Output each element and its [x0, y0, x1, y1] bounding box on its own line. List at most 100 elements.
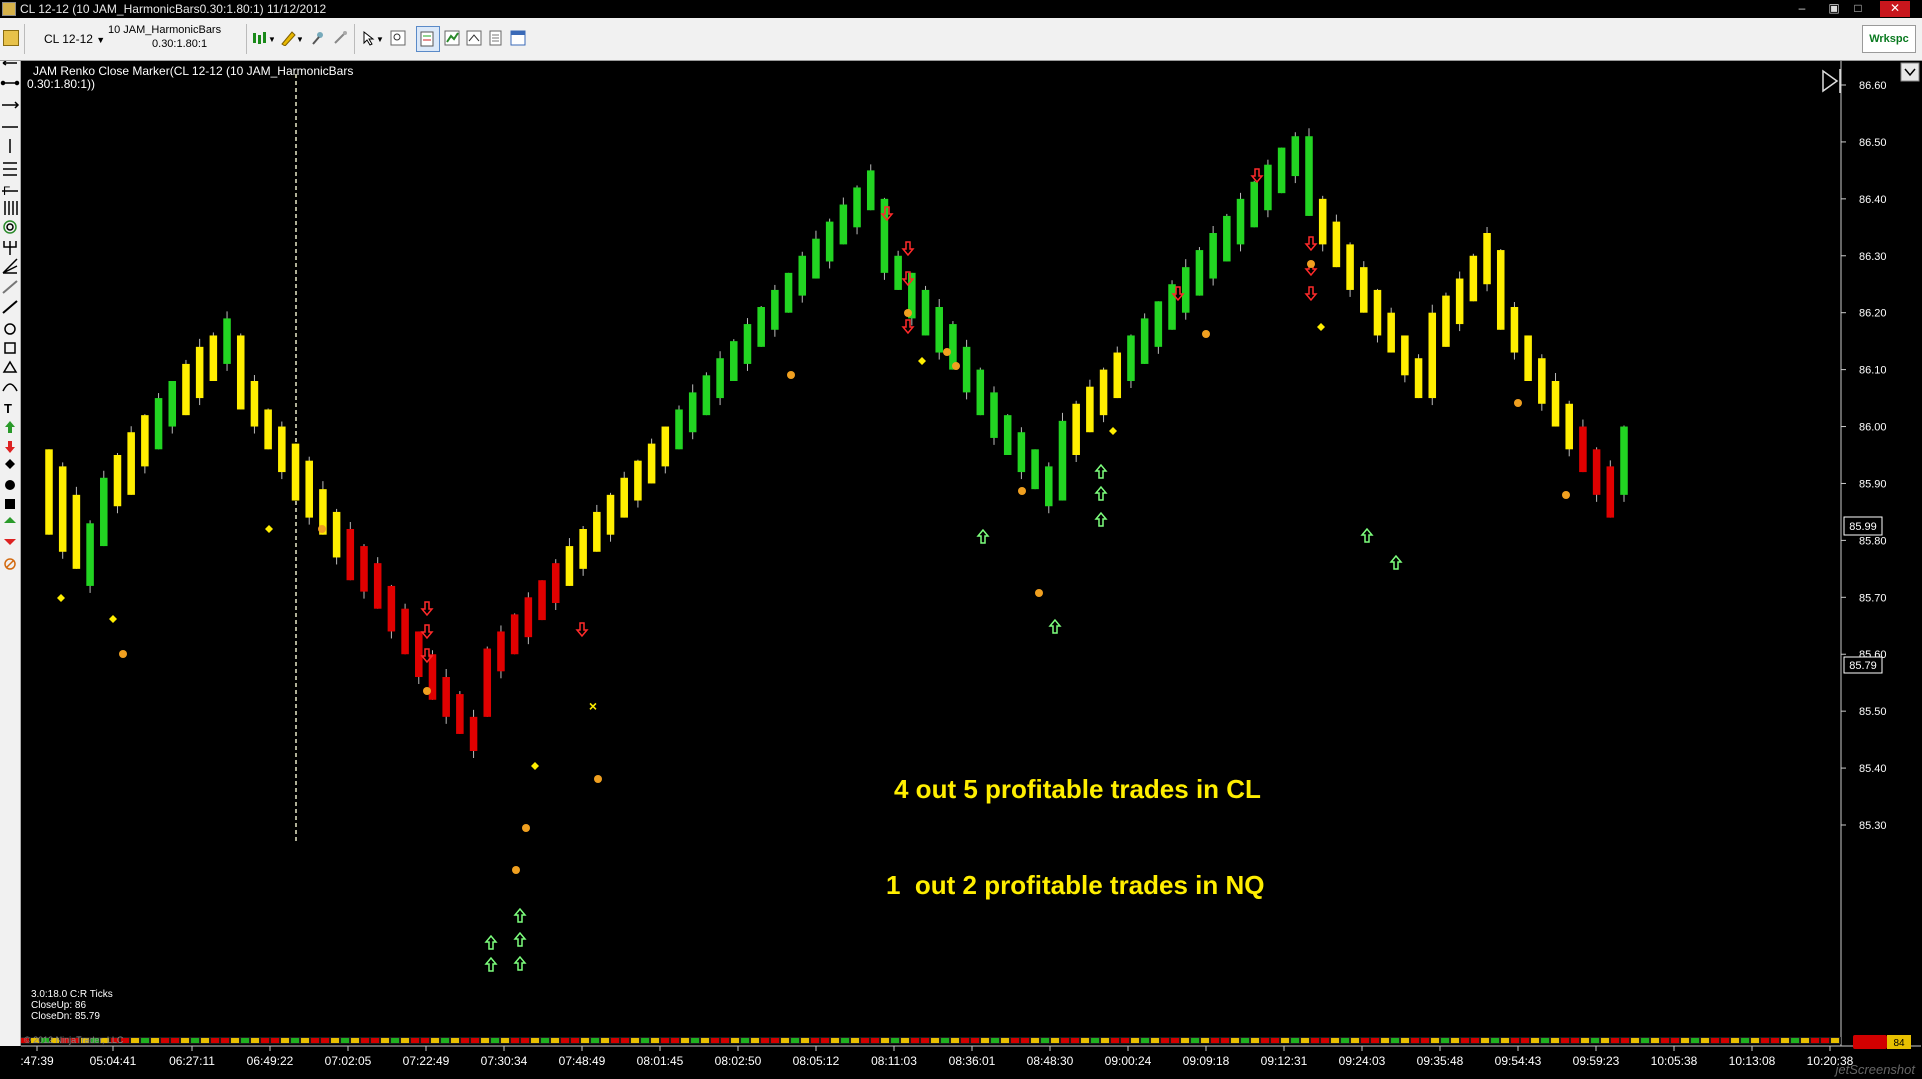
status-strip-segment — [981, 1038, 989, 1043]
renko-bar — [195, 346, 204, 399]
renko-bar — [976, 369, 985, 416]
status-strip-segment — [1741, 1038, 1749, 1043]
close-dot — [787, 371, 795, 379]
renko-bar — [688, 392, 697, 433]
remove-drawings-icon — [4, 558, 16, 570]
chart-info-box: 3.0:18.0 C:R Ticks CloseUp: 86 CloseDn: … — [31, 989, 113, 1022]
status-strip-segment — [1271, 1038, 1279, 1043]
buy-arrow-icon — [1094, 511, 1108, 527]
restore-icon-button[interactable]: □ — [1846, 1, 1870, 17]
extended-line-icon — [2, 101, 20, 109]
status-strip-segment — [1141, 1038, 1149, 1043]
minimize-button[interactable]: – — [1790, 1, 1814, 17]
status-strip-segment — [191, 1038, 199, 1043]
status-strip-segment — [791, 1038, 799, 1043]
status-strip-segment — [1291, 1038, 1299, 1043]
buy-arrow-icon — [513, 931, 527, 947]
status-strip-segment — [1661, 1038, 1669, 1043]
chart-panel[interactable]: × 86.60 86.50 86.40 86.30 86.20 86.10 86.00 85.… — [21, 61, 1921, 1079]
status-strip-segment — [521, 1038, 529, 1043]
regression-icon — [2, 280, 18, 294]
time-tick-label: 08:02:50 — [715, 1054, 762, 1068]
renko-bar — [661, 426, 670, 467]
signal-markers: × — [57, 168, 1570, 972]
entry-diamond — [57, 594, 65, 602]
status-strip-segment — [711, 1038, 719, 1043]
status-strip-segment — [1471, 1038, 1479, 1043]
restore-button[interactable]: ▣ — [1822, 1, 1846, 17]
status-strip-segment — [1121, 1038, 1129, 1043]
sell-arrow-icon — [1304, 236, 1318, 252]
zoom-icon[interactable] — [390, 30, 406, 46]
renko-bar — [1264, 164, 1272, 211]
status-strip-segment — [1091, 1038, 1099, 1043]
status-strip-segment — [1801, 1038, 1809, 1043]
status-strip-segment — [301, 1038, 309, 1043]
renko-bar — [1606, 466, 1615, 518]
renko-bar — [1428, 312, 1437, 399]
status-strip-segment — [1761, 1038, 1769, 1043]
close-button[interactable]: ✕ — [1880, 1, 1910, 17]
status-strip-segment — [181, 1038, 189, 1043]
price-axis: 86.60 86.50 86.40 86.30 86.20 86.10 86.00 85.90… — [1841, 80, 1887, 832]
renko-bar — [113, 455, 122, 507]
rectangle-icon — [4, 342, 16, 354]
buy-arrow-icon — [1048, 618, 1062, 634]
triangle-up-icon — [4, 517, 16, 523]
status-strip-segment — [1491, 1038, 1499, 1043]
close-dot — [1562, 491, 1570, 499]
status-strip-segment — [361, 1038, 369, 1043]
renko-bar — [264, 409, 272, 450]
renko-bar — [1305, 136, 1313, 216]
renko-bar — [579, 529, 587, 569]
scroll-to-end-icon[interactable] — [1822, 69, 1841, 93]
status-strip-segment — [1461, 1038, 1469, 1043]
status-strip-segment — [621, 1038, 629, 1043]
renko-bar — [1414, 358, 1423, 399]
indicators-icon[interactable] — [444, 30, 460, 46]
info-close-up: CloseUp: 86 — [31, 1000, 87, 1011]
status-strip-segment — [891, 1038, 899, 1043]
triangle-down-icon — [4, 539, 16, 545]
time-tick-label: 08:01:45 — [637, 1054, 684, 1068]
annotation-line2: 1 out 2 profitable trades in NQ — [886, 870, 1265, 900]
renko-bar — [510, 614, 519, 655]
panel-icon[interactable] — [510, 30, 526, 46]
status-badge: 84 — [1853, 1035, 1911, 1049]
chart-icon[interactable] — [3, 30, 19, 46]
renko-bar — [1031, 449, 1039, 490]
pencil-draw-icon — [2, 300, 18, 314]
pencil-icon[interactable]: ▼ — [280, 30, 304, 47]
pin-icon[interactable] — [310, 30, 326, 46]
status-strip-segment — [1151, 1038, 1159, 1043]
status-strip-segment — [1071, 1038, 1079, 1043]
close-dot — [1018, 487, 1026, 495]
renko-bar — [1318, 198, 1327, 245]
bar-type-selector[interactable]: 10 JAM_HarmonicBars 0.30:1.80:1 — [108, 23, 221, 51]
workspace-button[interactable]: Wrkspc — [1862, 25, 1916, 53]
status-strip-segment — [961, 1038, 969, 1043]
renko-bar — [209, 335, 218, 381]
chart-toolbar: CL 12-12 ▼ 10 JAM_HarmonicBars 0.30:1.80… — [0, 18, 1922, 61]
panel-collapse-icon[interactable] — [1900, 62, 1920, 82]
status-strip-segment — [1221, 1038, 1229, 1043]
renko-bar — [1113, 352, 1122, 399]
status-strip-segment — [281, 1038, 289, 1043]
status-strip-segment — [171, 1038, 179, 1043]
strategies-icon[interactable] — [466, 30, 482, 46]
data-box-icon[interactable] — [416, 26, 440, 52]
instrument-selector[interactable]: CL 12-12 ▼ — [44, 32, 105, 46]
renko-bar — [1086, 386, 1094, 433]
renko-bar — [538, 580, 546, 621]
status-strip-segment — [1691, 1038, 1699, 1043]
status-strip-segment — [1551, 1038, 1559, 1043]
chart-style-icon[interactable]: ▼ — [252, 30, 276, 46]
price-tick-label: 85.50 — [1859, 706, 1887, 718]
close-dot — [423, 687, 431, 695]
cursor-icon[interactable]: ▼ — [362, 30, 384, 46]
renko-bar — [1127, 335, 1135, 381]
status-strip-segment — [651, 1038, 659, 1043]
crosshair-tool-icon[interactable] — [332, 30, 348, 46]
current-price-marker: 85.99 — [1843, 516, 1883, 536]
properties-icon[interactable] — [488, 30, 504, 46]
